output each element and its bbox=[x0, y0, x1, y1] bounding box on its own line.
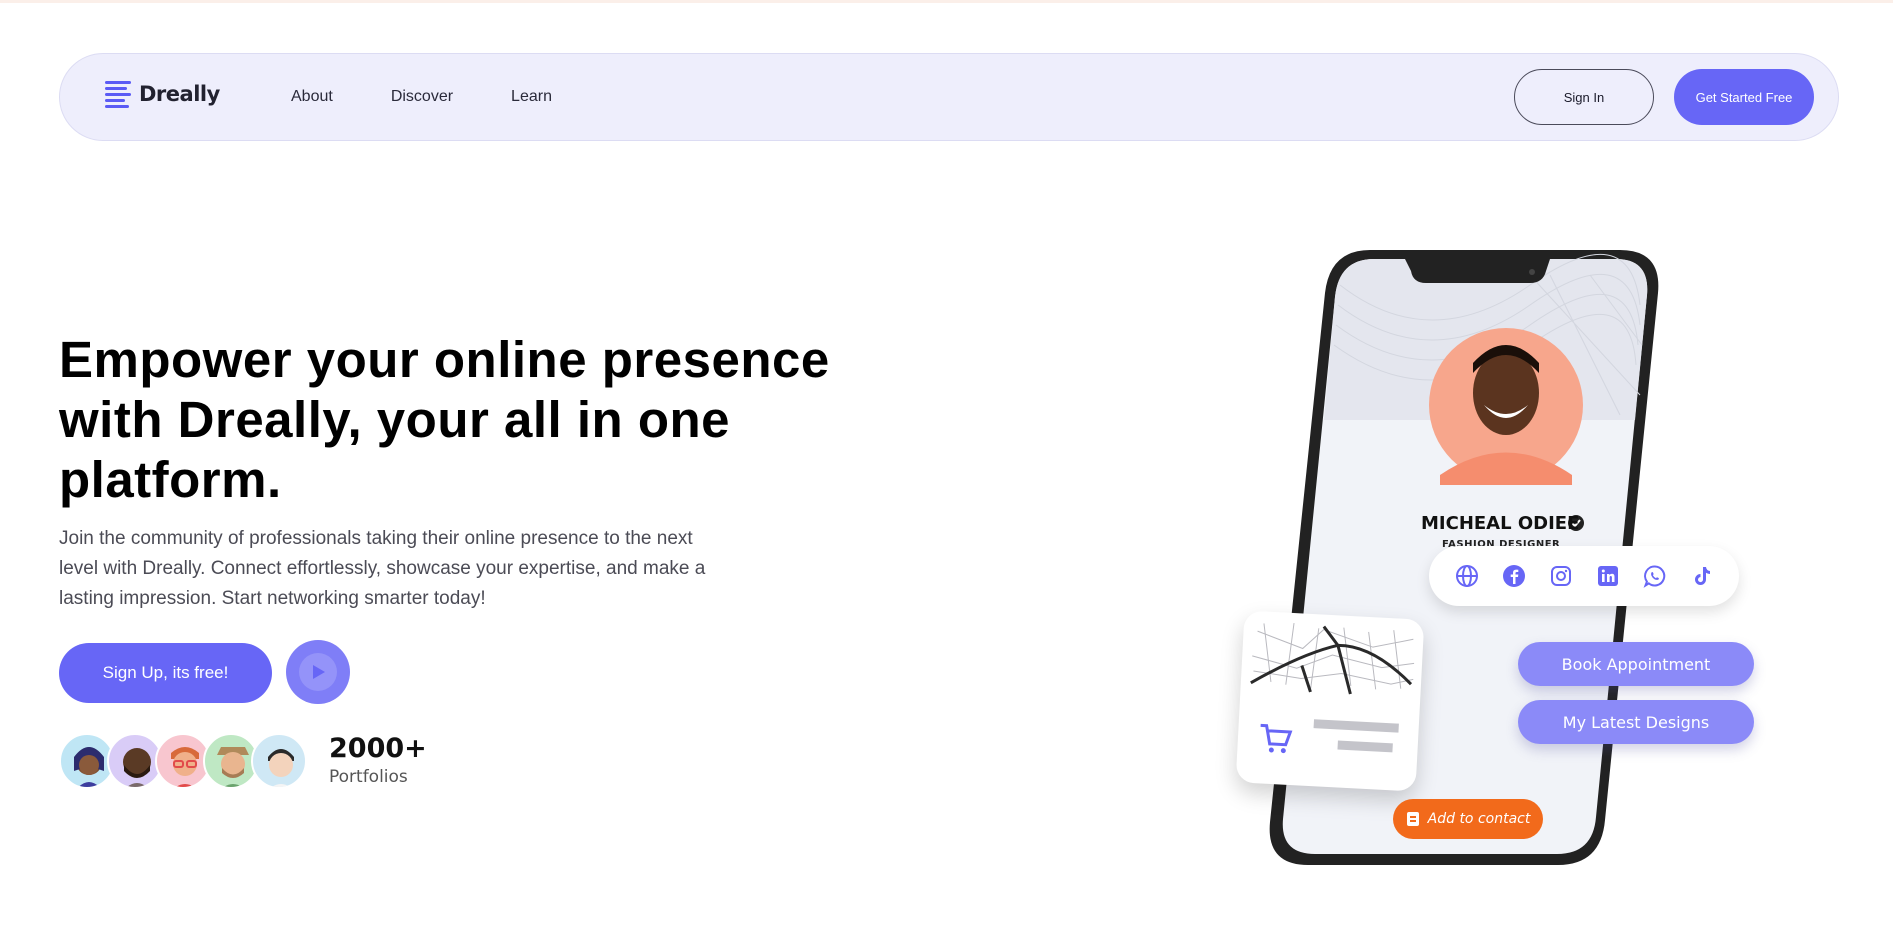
map-card bbox=[1235, 610, 1425, 792]
nav-links: About Discover Learn bbox=[291, 88, 610, 106]
portfolio-count: 2000+ bbox=[329, 733, 427, 764]
top-accent-line bbox=[0, 0, 1893, 3]
sign-up-button[interactable]: Sign Up, its free! bbox=[59, 643, 272, 703]
add-to-contact-button[interactable]: Add to contact bbox=[1393, 799, 1543, 839]
logo-icon bbox=[105, 79, 133, 109]
hero-subtitle: Join the community of professionals taki… bbox=[59, 528, 706, 609]
globe-icon[interactable] bbox=[1454, 563, 1480, 589]
navbar: Dreally About Discover Learn Sign In Get… bbox=[59, 53, 1839, 141]
sign-in-button[interactable]: Sign In bbox=[1514, 69, 1654, 125]
play-icon bbox=[299, 653, 337, 691]
tiktok-icon[interactable] bbox=[1689, 563, 1715, 589]
add-to-contact-label: Add to contact bbox=[1427, 811, 1531, 827]
logo[interactable]: Dreally bbox=[105, 79, 220, 109]
nav-link-about[interactable]: About bbox=[291, 88, 333, 106]
avatar-group bbox=[59, 733, 309, 791]
cart-icon bbox=[1260, 723, 1293, 754]
book-appointment-button[interactable]: Book Appointment bbox=[1518, 642, 1754, 686]
instagram-icon[interactable] bbox=[1548, 563, 1574, 589]
nav-link-discover[interactable]: Discover bbox=[391, 88, 453, 106]
facebook-icon[interactable] bbox=[1501, 563, 1527, 589]
whatsapp-icon[interactable] bbox=[1642, 563, 1668, 589]
get-started-button[interactable]: Get Started Free bbox=[1674, 69, 1814, 125]
portfolio-label: Portfolios bbox=[329, 767, 408, 787]
contact-card-icon bbox=[1406, 812, 1419, 826]
phone-mockup: MICHEAL ODIEE FASHION DESIGNER Book Appo… bbox=[1230, 245, 1770, 875]
map-illustration bbox=[1250, 622, 1415, 754]
play-video-button[interactable] bbox=[286, 640, 350, 704]
hero-title: Empower your online presence with Dreall… bbox=[59, 331, 830, 508]
profile-name: MICHEAL ODIEE bbox=[1421, 513, 1580, 534]
avatar bbox=[251, 733, 307, 789]
linkedin-icon[interactable] bbox=[1595, 563, 1621, 589]
nav-link-learn[interactable]: Learn bbox=[511, 88, 552, 106]
logo-text: Dreally bbox=[139, 82, 220, 106]
social-links-bar bbox=[1429, 546, 1739, 606]
latest-designs-button[interactable]: My Latest Designs bbox=[1518, 700, 1754, 744]
